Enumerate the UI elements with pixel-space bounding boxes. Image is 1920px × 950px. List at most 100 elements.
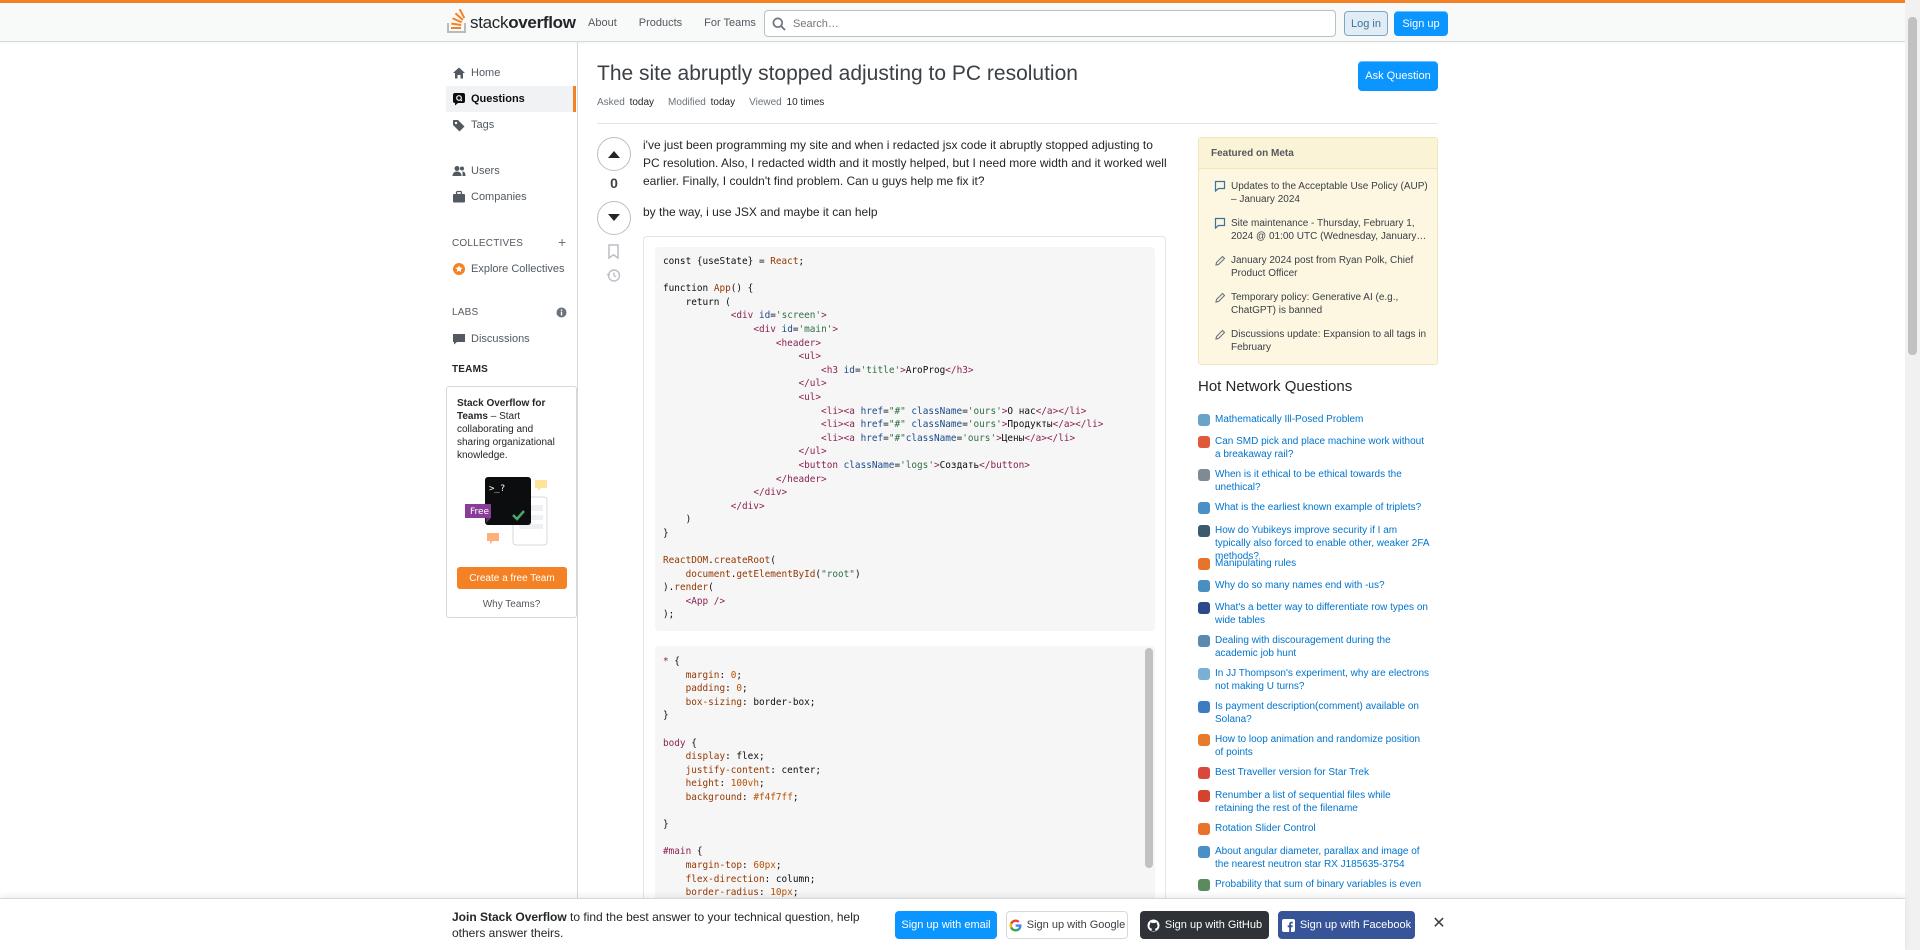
signup-button[interactable]: Sign up bbox=[1394, 11, 1448, 36]
site-icon bbox=[1198, 767, 1210, 779]
sidebar-item-label: Explore Collectives bbox=[471, 263, 565, 275]
site-icon bbox=[1198, 734, 1210, 746]
stackoverflow-logo[interactable]: stackoverflow bbox=[446, 3, 576, 42]
hnq-link[interactable]: What is the earliest known example of tr… bbox=[1215, 501, 1430, 514]
hnq-link[interactable]: Best Traveller version for Star Trek bbox=[1215, 766, 1430, 779]
hnq-link[interactable]: Renumber a list of sequential files whil… bbox=[1215, 789, 1430, 815]
hnq-link[interactable]: Rotation Slider Control bbox=[1215, 822, 1430, 835]
meta-item[interactable]: January 2024 post from Ryan Polk, Chief … bbox=[1213, 254, 1435, 280]
hnq-link[interactable]: What's a better way to differentiate row… bbox=[1215, 601, 1430, 627]
hnq-link[interactable]: Dealing with discouragement during the a… bbox=[1215, 634, 1430, 660]
hnq-item[interactable]: About angular diameter, parallax and ima… bbox=[1198, 845, 1438, 871]
site-icon bbox=[1198, 879, 1210, 891]
upvote-button[interactable] bbox=[597, 137, 631, 171]
downvote-button[interactable] bbox=[597, 201, 631, 235]
hnq-link[interactable]: About angular diameter, parallax and ima… bbox=[1215, 845, 1430, 871]
signup-facebook-button[interactable]: Sign up with Facebook bbox=[1278, 911, 1415, 939]
collectives-icon bbox=[452, 262, 466, 276]
sidebar-item-label: Tags bbox=[471, 119, 495, 131]
meta-item[interactable]: Temporary policy: Generative AI (e.g., C… bbox=[1213, 291, 1435, 317]
hnq-item[interactable]: Probability that sum of binary variables… bbox=[1198, 878, 1438, 891]
sidebar-item-questions[interactable]: Questions bbox=[446, 86, 576, 112]
hnq-item[interactable]: Mathematically Ill-Posed Problem bbox=[1198, 413, 1438, 426]
site-icon bbox=[1198, 701, 1210, 713]
signup-google-button[interactable]: Sign up with Google bbox=[1006, 911, 1128, 939]
sidebar-item-discussions[interactable]: Discussions bbox=[446, 326, 576, 352]
sidebar-item-home[interactable]: Home bbox=[446, 60, 576, 86]
sidebar-item-label: Questions bbox=[471, 93, 525, 105]
sidebar-item-users[interactable]: Users bbox=[446, 158, 576, 184]
nav-for-teams[interactable]: For Teams bbox=[694, 11, 766, 35]
asked-meta: Asked today bbox=[597, 97, 655, 108]
hnq-item[interactable]: In JJ Thompson's experiment, why are ele… bbox=[1198, 667, 1438, 693]
hnq-item[interactable]: Renumber a list of sequential files whil… bbox=[1198, 789, 1438, 815]
hot-network-questions-heading[interactable]: Hot Network Questions bbox=[1198, 378, 1352, 395]
site-icon bbox=[1198, 668, 1210, 680]
body-paragraph: i've just been programming my site and w… bbox=[643, 138, 1167, 188]
hnq-item[interactable]: Best Traveller version for Star Trek bbox=[1198, 766, 1438, 779]
why-teams-link[interactable]: Why Teams? bbox=[447, 599, 576, 610]
login-button[interactable]: Log in bbox=[1344, 11, 1388, 36]
nav-products[interactable]: Products bbox=[629, 11, 692, 35]
meta-item[interactable]: Updates to the Acceptable Use Policy (AU… bbox=[1213, 180, 1435, 206]
left-sidebar: Home Questions Tags Users Companies COLL… bbox=[446, 42, 578, 950]
teams-promo-text: Stack Overflow for Teams – Start collabo… bbox=[457, 398, 555, 461]
plus-icon[interactable]: + bbox=[558, 234, 566, 250]
question-title[interactable]: The site abruptly stopped adjusting to P… bbox=[597, 62, 1078, 86]
hnq-link[interactable]: Can SMD pick and place machine work with… bbox=[1215, 435, 1430, 461]
hnq-item[interactable]: Is payment description(comment) availabl… bbox=[1198, 700, 1438, 726]
hnq-link[interactable]: How to loop animation and randomize posi… bbox=[1215, 733, 1430, 759]
search-box[interactable] bbox=[764, 10, 1336, 37]
collectives-heading: COLLECTIVES bbox=[452, 238, 524, 249]
hnq-item[interactable]: Rotation Slider Control bbox=[1198, 822, 1438, 835]
sidebar-item-label: Home bbox=[471, 67, 501, 79]
sidebar-item-explore-collectives[interactable]: Explore Collectives bbox=[446, 256, 576, 282]
meta-item[interactable]: Discussions update: Expansion to all tag… bbox=[1213, 328, 1435, 354]
info-icon[interactable] bbox=[556, 307, 567, 318]
hnq-link[interactable]: When is it ethical to be ethical towards… bbox=[1215, 468, 1430, 494]
signup-github-button[interactable]: Sign up with GitHub bbox=[1140, 911, 1269, 939]
hnq-link[interactable]: Mathematically Ill-Posed Problem bbox=[1215, 413, 1430, 426]
briefcase-icon bbox=[452, 190, 466, 204]
speech-bubble-icon bbox=[1214, 217, 1226, 230]
sidebar-item-tags[interactable]: Tags bbox=[446, 112, 576, 138]
sidebar-item-companies[interactable]: Companies bbox=[446, 184, 576, 210]
free-badge-text: Free bbox=[470, 507, 490, 517]
close-icon[interactable]: ✕ bbox=[1429, 913, 1449, 933]
hnq-link[interactable]: Is payment description(comment) availabl… bbox=[1215, 700, 1430, 726]
site-icon bbox=[1198, 635, 1210, 647]
hnq-item[interactable]: Can SMD pick and place machine work with… bbox=[1198, 435, 1438, 461]
search-input[interactable] bbox=[793, 17, 1293, 30]
hnq-item[interactable]: How to loop animation and randomize posi… bbox=[1198, 733, 1438, 759]
featured-on-meta: Featured on Meta Updates to the Acceptab… bbox=[1198, 137, 1438, 365]
code-block-jsx[interactable]: const {useState} = React; function App()… bbox=[655, 247, 1155, 631]
hnq-link[interactable]: Why do so many names end with -us? bbox=[1215, 579, 1430, 592]
page-scrollbar[interactable] bbox=[1905, 0, 1920, 950]
ask-question-button[interactable]: Ask Question bbox=[1358, 61, 1438, 91]
signup-banner: Join Stack Overflow to find the best ans… bbox=[0, 898, 1905, 950]
nav-about[interactable]: About bbox=[578, 11, 627, 35]
sidebar-item-label: Companies bbox=[471, 191, 527, 203]
create-free-team-button[interactable]: Create a free Team bbox=[457, 567, 567, 589]
code-scrollbar[interactable] bbox=[1145, 648, 1153, 868]
hnq-link[interactable]: Probability that sum of binary variables… bbox=[1215, 878, 1430, 891]
labs-heading: LABS bbox=[452, 307, 479, 318]
hnq-item[interactable]: What's a better way to differentiate row… bbox=[1198, 601, 1438, 627]
history-icon[interactable] bbox=[606, 268, 621, 283]
hnq-item[interactable]: Dealing with discouragement during the a… bbox=[1198, 634, 1438, 660]
hnq-link[interactable]: In JJ Thompson's experiment, why are ele… bbox=[1215, 667, 1430, 693]
hnq-item[interactable]: Why do so many names end with -us? bbox=[1198, 579, 1438, 592]
github-icon bbox=[1147, 919, 1160, 932]
hnq-link[interactable]: Manipulating rules bbox=[1215, 557, 1430, 570]
signup-email-button[interactable]: Sign up with email bbox=[895, 911, 997, 939]
hnq-item[interactable]: What is the earliest known example of tr… bbox=[1198, 501, 1438, 514]
hnq-item[interactable]: When is it ethical to be ethical towards… bbox=[1198, 468, 1438, 494]
hnq-item[interactable]: Manipulating rules bbox=[1198, 557, 1438, 570]
site-icon bbox=[1198, 414, 1210, 426]
bookmark-icon[interactable] bbox=[607, 244, 620, 259]
pencil-icon bbox=[1215, 255, 1226, 266]
meta-item[interactable]: Site maintenance - Thursday, February 1,… bbox=[1213, 217, 1435, 243]
stackoverflow-logo-icon bbox=[447, 9, 466, 33]
featured-on-meta-heading: Featured on Meta bbox=[1199, 138, 1437, 169]
page-scrollbar-thumb[interactable] bbox=[1908, 17, 1917, 355]
